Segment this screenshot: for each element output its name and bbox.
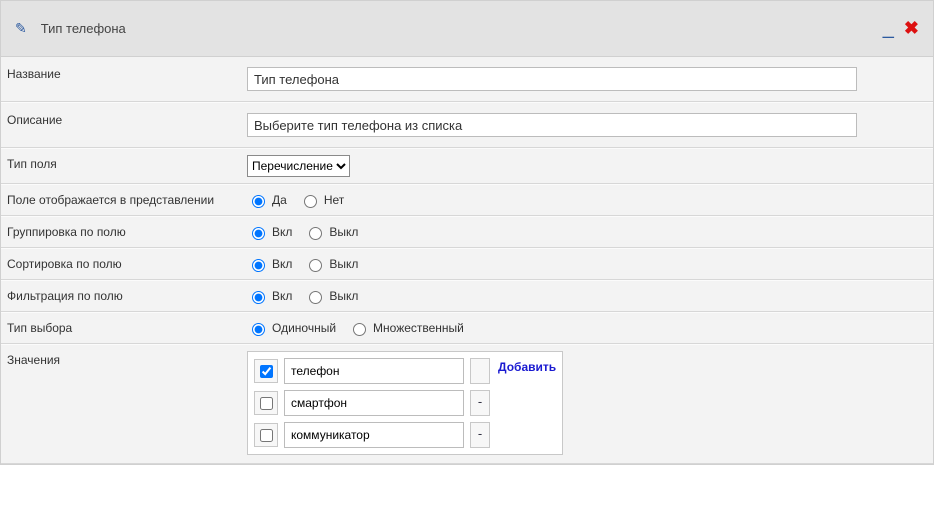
value-default-checkbox[interactable] [260,429,273,442]
value-remove-button[interactable]: - [470,390,490,416]
value-row [254,358,490,384]
row-sort-by: Сортировка по полю Вкл Выкл [1,248,933,280]
filter-off-label: Выкл [329,289,358,303]
show-yes-label: Да [272,193,287,207]
label-select-type: Тип выбора [1,313,239,343]
select-multiple-radio[interactable] [353,323,366,336]
row-select-type: Тип выбора Одиночный Множественный [1,312,933,344]
label-filter-by: Фильтрация по полю [1,281,239,311]
label-group-by: Группировка по полю [1,217,239,247]
value-default-checkbox-wrap [254,359,278,383]
value-label-input[interactable] [284,422,464,448]
filter-on-label: Вкл [272,289,292,303]
label-name: Название [1,57,239,101]
show-yes-radio[interactable] [252,195,265,208]
group-on-radio[interactable] [252,227,265,240]
select-single-radio[interactable] [252,323,265,336]
row-show-in-view: Поле отображается в представлении Да Нет [1,184,933,216]
value-default-checkbox-wrap [254,391,278,415]
dialog-window: ✎ Тип телефона _ ✖ Название Описание Тип… [0,0,934,465]
add-value-link[interactable]: Добавить [498,358,556,374]
row-field-type: Тип поля Перечисление [1,148,933,184]
value-label-input[interactable] [284,358,464,384]
window-buttons: _ ✖ [883,18,919,39]
filter-on-radio[interactable] [252,291,265,304]
window-title: Тип телефона [41,21,883,36]
description-input[interactable] [247,113,857,137]
show-no-radio[interactable] [304,195,317,208]
minimize-button[interactable]: _ [883,23,894,35]
group-off-radio[interactable] [309,227,322,240]
select-single-label: Одиночный [272,321,336,335]
value-remove-button [470,358,490,384]
row-filter-by: Фильтрация по полю Вкл Выкл [1,280,933,312]
field-type-select[interactable]: Перечисление [247,155,350,177]
value-default-checkbox-wrap [254,423,278,447]
value-remove-button[interactable]: - [470,422,490,448]
values-box: -- Добавить [247,351,563,455]
values-list: -- [254,358,490,448]
value-row: - [254,422,490,448]
value-row: - [254,390,490,416]
group-off-label: Выкл [329,225,358,239]
sort-on-radio[interactable] [252,259,265,272]
value-label-input[interactable] [284,390,464,416]
row-description: Описание [1,102,933,148]
name-input[interactable] [247,67,857,91]
sort-on-label: Вкл [272,257,292,271]
show-no-label: Нет [324,193,344,207]
row-values: Значения -- Добавить [1,344,933,464]
sort-off-radio[interactable] [309,259,322,272]
value-default-checkbox[interactable] [260,365,273,378]
close-button[interactable]: ✖ [904,18,919,39]
select-multiple-label: Множественный [373,321,464,335]
label-values: Значения [1,345,239,463]
form: Название Описание Тип поля Перечисление … [1,57,933,464]
titlebar: ✎ Тип телефона _ ✖ [1,1,933,57]
value-default-checkbox[interactable] [260,397,273,410]
group-on-label: Вкл [272,225,292,239]
label-sort-by: Сортировка по полю [1,249,239,279]
sort-off-label: Выкл [329,257,358,271]
row-group-by: Группировка по полю Вкл Выкл [1,216,933,248]
row-name: Название [1,57,933,102]
edit-icon: ✎ [15,20,27,37]
label-description: Описание [1,103,239,147]
label-field-type: Тип поля [1,149,239,183]
label-show-in-view: Поле отображается в представлении [1,185,239,215]
filter-off-radio[interactable] [309,291,322,304]
